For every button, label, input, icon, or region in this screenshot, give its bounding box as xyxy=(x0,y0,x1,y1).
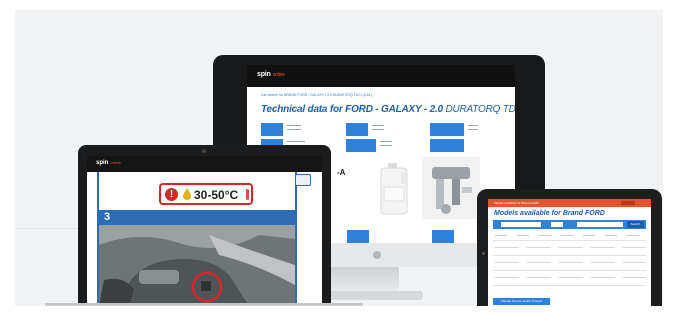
tablet-screen: Models available for Brand FORD Models a… xyxy=(488,199,651,306)
laptop-site-header: spin online xyxy=(87,156,322,172)
tablet-site-header: Models available for Brand FORD xyxy=(488,199,651,207)
temperature-warning-badge: ! 30-50°C xyxy=(159,183,253,205)
step-header: 3 xyxy=(99,210,295,225)
thermometer-icon xyxy=(246,189,249,200)
logo-subtext: online xyxy=(110,160,122,165)
apple-logo-icon xyxy=(373,251,381,259)
spec-label-box xyxy=(430,123,464,136)
spec-label-box xyxy=(346,139,376,152)
filter-select[interactable] xyxy=(577,222,623,227)
laptop-base xyxy=(45,305,363,306)
tablet-header-button[interactable] xyxy=(621,201,635,205)
laptop-screen: spin online ! 30-50°C 3 xyxy=(87,156,322,306)
desktop-site-logo[interactable]: spin online xyxy=(257,71,285,78)
spec-label-box xyxy=(346,123,368,136)
choose-service-button[interactable]: Choose Service and/or Product xyxy=(493,298,550,305)
logo-text: spin xyxy=(257,71,271,78)
tablet: Models available for Brand FORD Models a… xyxy=(477,189,662,306)
spec-label-box xyxy=(430,139,464,152)
tablet-header-text: Models available for Brand FORD xyxy=(494,201,539,205)
tablet-page-title: Models available for Brand FORD xyxy=(494,210,605,217)
logo-text: spin xyxy=(96,160,109,166)
laptop-site-logo[interactable]: spin online xyxy=(96,160,121,166)
desktop-site-header: spin online xyxy=(247,65,515,87)
oil-drop-icon xyxy=(183,188,191,200)
page-title-main: Technical data for FORD - GALAXY - 2.0 xyxy=(261,104,443,115)
breadcrumb[interactable]: Car search for BRAND FORD / GALAXY / 2.0… xyxy=(261,93,372,97)
camera-icon xyxy=(202,149,206,153)
tablet-camera-icon xyxy=(482,252,485,255)
laptop-lid: spin online ! 30-50°C 3 xyxy=(78,145,331,306)
injector-part-image xyxy=(422,157,480,219)
spec-label-box xyxy=(432,230,454,243)
table-row[interactable] xyxy=(493,273,646,286)
product-code: -A xyxy=(337,168,346,177)
step-number: 3 xyxy=(103,211,111,223)
table-row[interactable] xyxy=(493,243,646,256)
temperature-range: 30-50°C xyxy=(194,188,239,202)
spec-value-lines xyxy=(468,125,478,133)
page-title: Technical data for FORD - GALAXY - 2.0 D… xyxy=(261,104,515,115)
filter-select[interactable] xyxy=(551,222,563,227)
filter-select[interactable] xyxy=(501,222,541,227)
warning-icon: ! xyxy=(165,188,178,201)
logo-subtext: online xyxy=(272,72,285,78)
table-row[interactable] xyxy=(493,258,646,271)
spec-label-box xyxy=(261,123,283,136)
spec-value-lines xyxy=(372,125,384,133)
spec-value-lines xyxy=(287,125,301,133)
spec-label-box xyxy=(347,230,369,243)
hero-background: spin online Car search for BRAND FORD / G… xyxy=(15,10,663,306)
model-filter-bar: Search xyxy=(493,220,646,229)
oil-bottle-image xyxy=(380,163,408,215)
side-tool-icon[interactable] xyxy=(295,174,311,186)
search-button[interactable]: Search xyxy=(627,221,644,228)
table-header-row xyxy=(493,232,646,241)
engine-photo xyxy=(99,225,295,306)
engine-photo-graphic xyxy=(99,225,295,306)
spec-value-lines xyxy=(380,141,392,149)
page-title-engine: DURATORQ TDCI (CA1) xyxy=(445,104,515,115)
instruction-panel: ! 30-50°C 3 xyxy=(97,172,297,306)
